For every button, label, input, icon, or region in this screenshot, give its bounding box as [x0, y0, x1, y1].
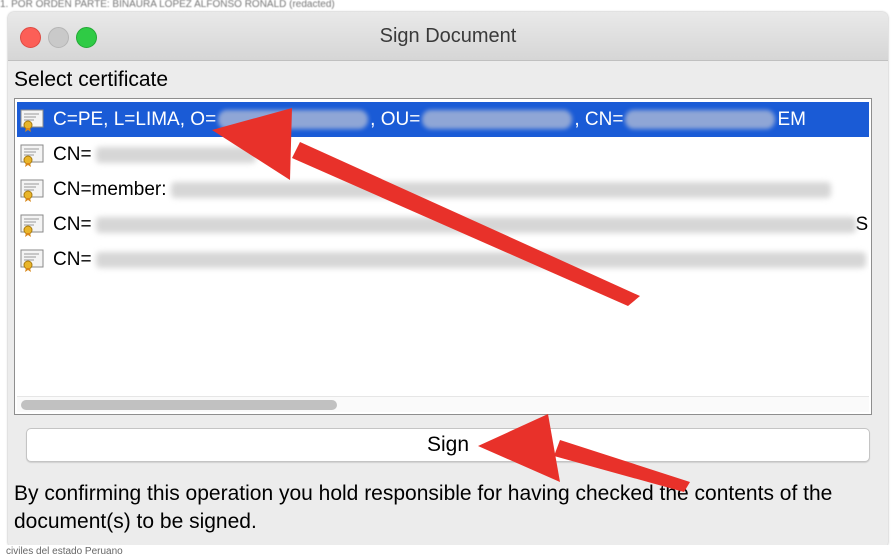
certificate-row-text: CN= [53, 242, 866, 277]
certificate-icon [20, 144, 44, 167]
background-page-text-bottom: civiles del estado Peruano [0, 545, 891, 558]
redacted-value [95, 216, 856, 233]
redacted-value [625, 110, 776, 130]
certificate-row-text: CN= S [53, 214, 869, 235]
certificate-row-text: CN= [53, 137, 256, 172]
certificate-row[interactable]: C=PE, L=LIMA, O=, OU=, CN= EM [17, 102, 869, 137]
title-bar: Sign Document [8, 12, 888, 61]
redacted-value [422, 110, 573, 130]
redacted-value [170, 181, 831, 198]
sign-button[interactable]: Sign [26, 428, 870, 462]
certificate-icon [20, 249, 44, 272]
redacted-value [218, 110, 369, 130]
redacted-value [95, 251, 866, 268]
certificate-icon [20, 109, 44, 132]
certificate-row[interactable]: CN=member: [17, 172, 869, 207]
certificate-row-text: CN=member: [53, 172, 831, 207]
sign-document-dialog: Sign Document Select certificate C=PE, L… [8, 12, 888, 548]
certificate-icon [20, 214, 44, 237]
scrollbar-thumb[interactable] [21, 400, 337, 410]
horizontal-scrollbar[interactable] [17, 396, 869, 412]
certificate-row-text: C=PE, L=LIMA, O=, OU=, CN= EM [53, 109, 806, 130]
disclaimer-text: By confirming this operation you hold re… [14, 482, 833, 533]
certificate-list[interactable]: C=PE, L=LIMA, O=, OU=, CN= EM CN= CN=mem… [14, 98, 872, 415]
window-title: Sign Document [379, 25, 517, 47]
select-certificate-label: Select certificate [14, 68, 169, 91]
certificate-icon [20, 179, 44, 202]
certificate-row[interactable]: CN= [17, 242, 869, 277]
certificate-row[interactable]: CN= S [17, 207, 869, 242]
certificate-row[interactable]: CN= [17, 137, 869, 172]
redacted-value [95, 146, 256, 163]
